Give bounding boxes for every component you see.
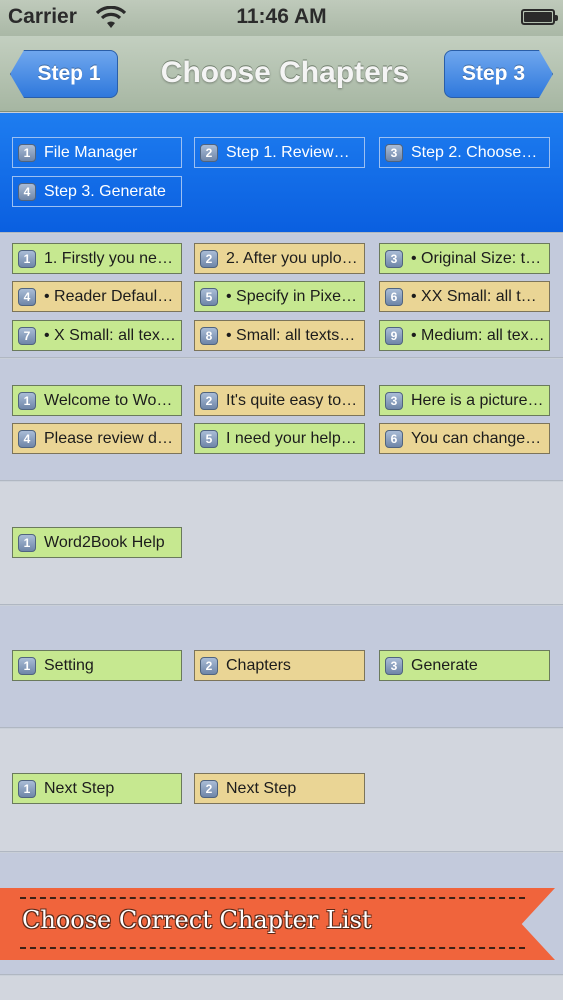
number-badge: 5 (200, 287, 218, 306)
chapter-label: It's quite easy to… (226, 391, 358, 409)
chapter-chip[interactable]: 1 Word2Book Help (12, 527, 182, 558)
chapter-label: Next Step (226, 779, 297, 797)
chapter-group-selected[interactable]: 1 File Manager 2 Step 1. Review… 3 Step … (0, 113, 563, 233)
chapter-label: 1. Firstly you nee… (44, 249, 181, 267)
chapter-label: Please review do… (44, 429, 181, 447)
chapter-label: File Manager (44, 143, 138, 161)
chapter-group[interactable]: 1 Next Step 2 Next Step (0, 729, 563, 852)
status-bar: Carrier 11:46 AM (0, 0, 563, 36)
number-badge: 1 (18, 143, 36, 162)
number-badge: 6 (385, 429, 403, 448)
number-badge: 4 (18, 429, 36, 448)
chapter-chip[interactable]: 6 • XX Small: all tex… (379, 281, 550, 312)
page-title: Choose Chapters (160, 56, 410, 89)
banner-stitch-bottom (20, 947, 525, 949)
chapter-label: • X Small: all text… (44, 326, 181, 344)
chapter-chip[interactable]: 1 Welcome to Wor… (12, 385, 182, 416)
back-step1-button[interactable]: Step 1 (10, 50, 118, 98)
chapter-label: • Small: all texts… (226, 326, 356, 344)
chapter-chip[interactable]: 2 Step 1. Review… (194, 137, 365, 168)
chapter-label: Step 2. Choose… (411, 143, 538, 161)
chapter-chip[interactable]: 3 Generate (379, 650, 550, 681)
number-badge: 6 (385, 287, 403, 306)
number-badge: 3 (385, 391, 403, 410)
chapter-chip[interactable]: 8 • Small: all texts… (194, 320, 365, 351)
number-badge: 3 (385, 656, 403, 675)
number-badge: 2 (200, 779, 218, 798)
chapter-label: Setting (44, 656, 94, 674)
chapter-chip[interactable]: 5 • Specify in Pixel… (194, 281, 365, 312)
number-badge: 1 (18, 391, 36, 410)
number-badge: 1 (18, 656, 36, 675)
number-badge: 4 (18, 287, 36, 306)
chapter-chip[interactable]: 1 File Manager (12, 137, 182, 168)
chapter-chip[interactable]: 2 2. After you uplo… (194, 243, 365, 274)
chapter-label: Word2Book Help (44, 533, 165, 551)
number-badge: 8 (200, 326, 218, 345)
navigation-bar: Step 1 Choose Chapters Step 3 (0, 36, 563, 112)
chapter-label: You can change… (411, 429, 542, 447)
number-badge: 7 (18, 326, 36, 345)
chapter-chip[interactable]: 7 • X Small: all text… (12, 320, 182, 351)
chapter-label: • Medium: all text… (411, 326, 549, 344)
number-badge: 3 (385, 249, 403, 268)
number-badge: 9 (385, 326, 403, 345)
chapter-chip[interactable]: 3 • Original Size: thi… (379, 243, 550, 274)
chapter-chip[interactable]: 3 Step 2. Choose… (379, 137, 550, 168)
banner-stitch-top (20, 897, 525, 899)
chapter-chip[interactable]: 4 Please review do… (12, 423, 182, 454)
chapter-label: Next Step (44, 779, 115, 797)
next-step3-button[interactable]: Step 3 (444, 50, 553, 98)
chapter-chip[interactable]: 5 I need your help… (194, 423, 365, 454)
number-badge: 1 (18, 779, 36, 798)
chapter-group[interactable]: 1 1. Firstly you nee… 2 2. After you upl… (0, 234, 563, 358)
chapter-chip[interactable]: 3 Here is a picture… (379, 385, 550, 416)
chapter-label: • Original Size: thi… (411, 249, 549, 267)
chapter-chip[interactable]: 9 • Medium: all text… (379, 320, 550, 351)
battery-icon (521, 9, 558, 25)
number-badge: 2 (200, 249, 218, 268)
chapter-label: Step 3. Generate (44, 182, 166, 200)
number-badge: 1 (18, 533, 36, 552)
chapter-chip[interactable]: 1 Setting (12, 650, 182, 681)
chapter-label: 2. After you uplo… (226, 249, 358, 267)
chapter-label: Step 1. Review… (226, 143, 350, 161)
number-badge: 1 (18, 249, 36, 268)
clock: 11:46 AM (236, 5, 327, 28)
number-badge: 5 (200, 429, 218, 448)
chapter-label: Here is a picture… (411, 391, 544, 409)
chapter-label: Generate (411, 656, 478, 674)
number-badge: 2 (200, 143, 218, 162)
chapter-group[interactable]: 1 Setting 2 Chapters 3 Generate (0, 606, 563, 728)
instruction-banner: Choose Correct Chapter List (0, 888, 563, 960)
chapter-label: • Specify in Pixel… (226, 287, 361, 305)
chapter-group[interactable]: 1 Welcome to Wor… 2 It's quite easy to… … (0, 359, 563, 481)
chapter-label: • Reader Default:… (44, 287, 181, 305)
chapter-label: I need your help… (226, 429, 357, 447)
number-badge: 2 (200, 656, 218, 675)
chapter-chip[interactable]: 4 • Reader Default:… (12, 281, 182, 312)
chapter-chip[interactable]: 2 Chapters (194, 650, 365, 681)
chapter-group-empty (0, 976, 563, 1000)
number-badge: 2 (200, 391, 218, 410)
chapter-label: • XX Small: all tex… (411, 287, 549, 305)
chapter-group[interactable]: 1 Word2Book Help (0, 482, 563, 605)
chapter-chip[interactable]: 2 It's quite easy to… (194, 385, 365, 416)
banner-text: Choose Correct Chapter List (22, 906, 372, 934)
chapter-chip[interactable]: 1 1. Firstly you nee… (12, 243, 182, 274)
chapter-chip[interactable]: 1 Next Step (12, 773, 182, 804)
chapter-chip[interactable]: 4 Step 3. Generate (12, 176, 182, 207)
chapter-label: Welcome to Wor… (44, 391, 178, 409)
number-badge: 4 (18, 182, 36, 201)
chapter-chip[interactable]: 6 You can change… (379, 423, 550, 454)
chapter-chip[interactable]: 2 Next Step (194, 773, 365, 804)
chapter-label: Chapters (226, 656, 291, 674)
number-badge: 3 (385, 143, 403, 162)
